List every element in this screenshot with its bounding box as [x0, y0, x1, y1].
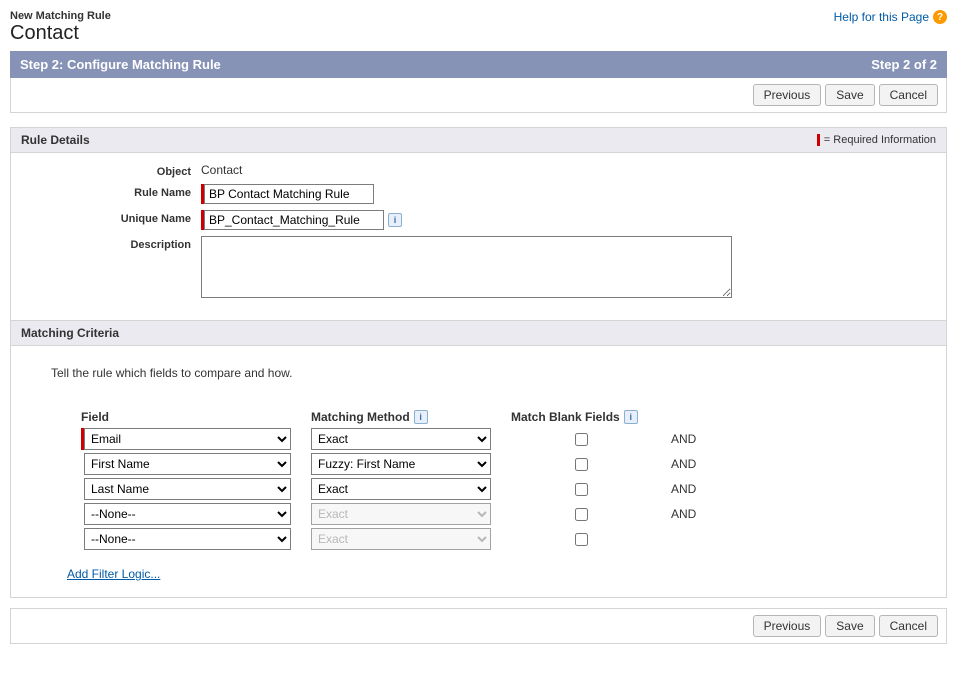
previous-button[interactable]: Previous: [753, 84, 822, 106]
field-select[interactable]: First Name: [84, 453, 291, 475]
and-operator: AND: [671, 457, 711, 471]
unique-name-label: Unique Name: [21, 210, 201, 225]
add-filter-logic-link[interactable]: Add Filter Logic...: [67, 567, 160, 581]
help-link[interactable]: Help for this Page ?: [834, 10, 947, 24]
criteria-row: Email Exact AND: [81, 428, 936, 450]
unique-name-input[interactable]: [204, 210, 384, 230]
previous-button[interactable]: Previous: [753, 615, 822, 637]
field-select[interactable]: --None--: [84, 503, 291, 525]
and-operator: AND: [671, 507, 711, 521]
object-value: Contact: [201, 163, 242, 177]
match-blank-checkbox[interactable]: [575, 533, 588, 546]
button-row-bottom: Previous Save Cancel: [10, 608, 947, 644]
column-header-blank: Match Blank Fields: [511, 410, 620, 424]
help-icon: ?: [933, 10, 947, 24]
criteria-row: First Name Fuzzy: First Name AND: [81, 453, 936, 475]
field-select[interactable]: Last Name: [84, 478, 291, 500]
page-title: Contact: [10, 22, 111, 45]
criteria-row: --None-- Exact AND: [81, 503, 936, 525]
matching-criteria-description: Tell the rule which fields to compare an…: [51, 366, 936, 380]
column-header-method: Matching Method: [311, 410, 410, 424]
field-select[interactable]: --None--: [84, 528, 291, 550]
match-blank-checkbox[interactable]: [575, 508, 588, 521]
object-label: Object: [21, 163, 201, 178]
cancel-button[interactable]: Cancel: [879, 84, 938, 106]
info-icon[interactable]: i: [414, 410, 428, 424]
step-bar-progress: Step 2 of 2: [871, 57, 937, 72]
matching-method-select: Exact: [311, 528, 491, 550]
matching-method-select[interactable]: Exact: [311, 478, 491, 500]
save-button[interactable]: Save: [825, 84, 874, 106]
match-blank-checkbox[interactable]: [575, 458, 588, 471]
rule-name-label: Rule Name: [21, 184, 201, 199]
match-blank-checkbox[interactable]: [575, 433, 588, 446]
help-link-label: Help for this Page: [834, 10, 929, 24]
and-operator: AND: [671, 432, 711, 446]
cancel-button[interactable]: Cancel: [879, 615, 938, 637]
criteria-row: --None-- Exact: [81, 528, 936, 550]
required-info-legend: = Required Information: [817, 134, 936, 146]
description-label: Description: [21, 236, 201, 251]
and-operator: AND: [671, 482, 711, 496]
match-blank-checkbox[interactable]: [575, 483, 588, 496]
required-bar-icon: [817, 134, 820, 146]
rule-name-input[interactable]: [204, 184, 374, 204]
info-icon[interactable]: i: [624, 410, 638, 424]
matching-criteria-header: Matching Criteria: [21, 326, 119, 340]
rule-details-header: Rule Details: [21, 133, 90, 147]
matching-method-select[interactable]: Exact: [311, 428, 491, 450]
button-row-top: Previous Save Cancel: [10, 78, 947, 113]
field-select[interactable]: Email: [84, 428, 291, 450]
info-icon[interactable]: i: [388, 213, 402, 227]
matching-criteria-section: Matching Criteria Tell the rule which fi…: [10, 321, 947, 598]
column-header-field: Field: [81, 410, 291, 424]
step-bar: Step 2: Configure Matching Rule Step 2 o…: [10, 51, 947, 78]
save-button[interactable]: Save: [825, 615, 874, 637]
step-bar-title: Step 2: Configure Matching Rule: [20, 57, 221, 72]
matching-method-select: Exact: [311, 503, 491, 525]
matching-method-select[interactable]: Fuzzy: First Name: [311, 453, 491, 475]
description-textarea[interactable]: [201, 236, 732, 298]
page-subtitle: New Matching Rule: [10, 10, 111, 22]
rule-details-section: Rule Details = Required Information Obje…: [10, 127, 947, 321]
criteria-row: Last Name Exact AND: [81, 478, 936, 500]
